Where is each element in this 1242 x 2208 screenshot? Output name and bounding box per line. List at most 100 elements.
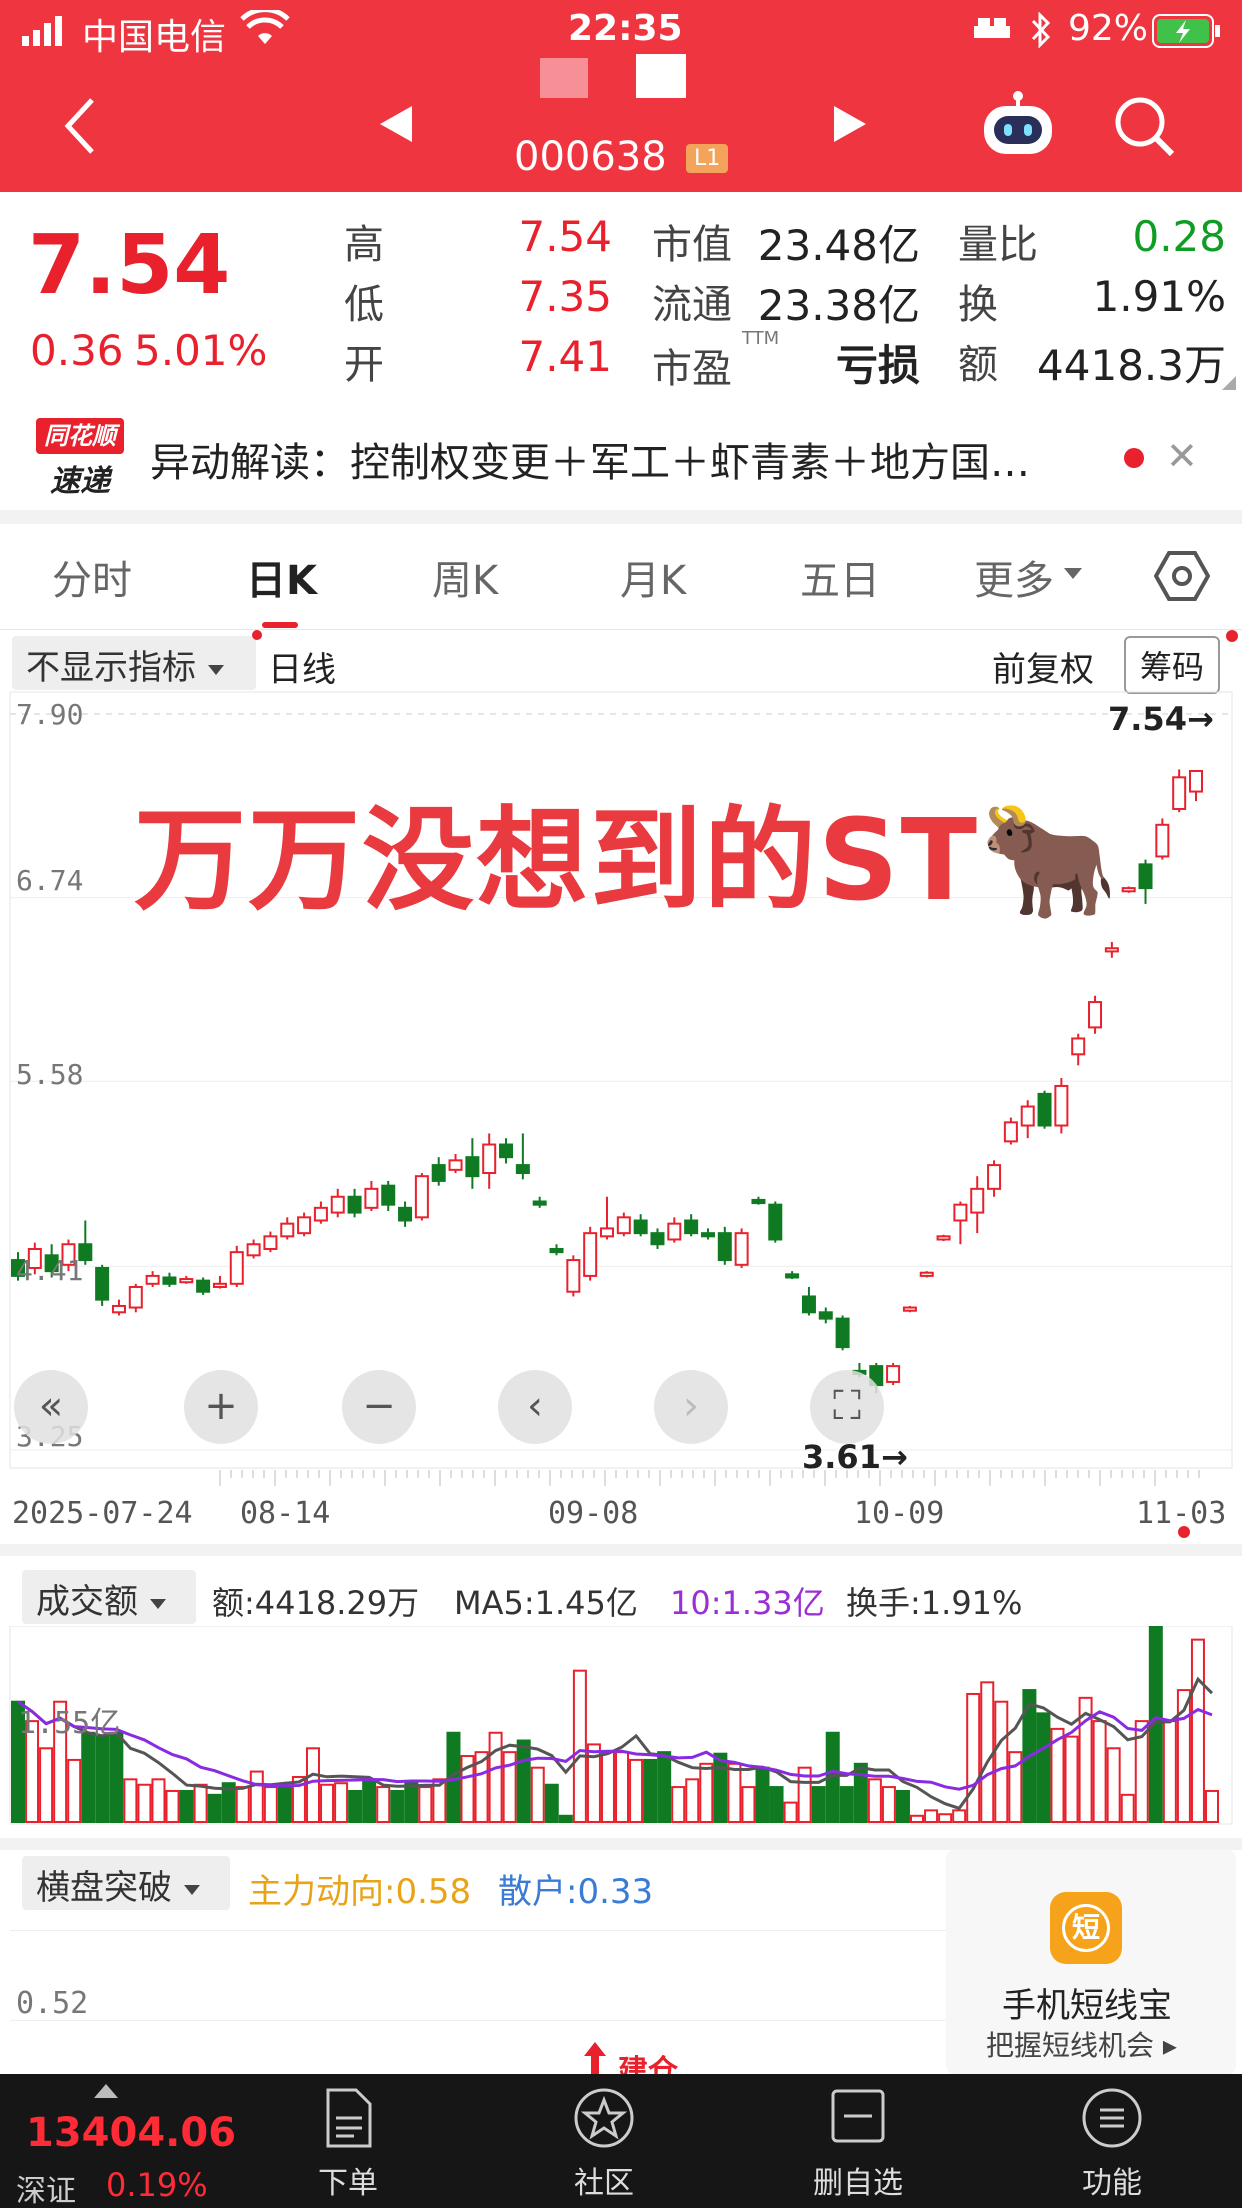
tab-daily-k[interactable]: 日K <box>246 548 317 606</box>
volume-bar <box>980 1681 995 1823</box>
amount-value: 4418.3万 <box>1037 341 1226 390</box>
retail-value: 散户:0.33 <box>498 1872 654 1912</box>
order-label: 下单 <box>318 2166 378 2201</box>
remove-watchlist-label: 删自选 <box>813 2166 903 2201</box>
tab-more[interactable]: 更多 <box>974 548 1054 606</box>
volume-bar <box>629 1758 644 1823</box>
volume-bar <box>727 1762 742 1824</box>
current-price: 7.54 <box>28 218 231 313</box>
indicator-y-tick: 0.52 <box>16 1986 89 2021</box>
settings-hexagon-icon[interactable] <box>1153 548 1211 608</box>
promo-card[interactable]: 短 手机短线宝 把握短线机会 ▸ <box>946 1850 1236 2074</box>
tab-five-day[interactable]: 五日 <box>800 548 880 606</box>
quote-panel: 7.54 0.36 5.01% 高 7.54 低 7.35 开 7.41 市值 … <box>0 192 1242 400</box>
robot-assistant-icon[interactable] <box>980 88 1056 162</box>
volume-chart[interactable] <box>0 1626 1242 1836</box>
volume-ratio-label: 量比 <box>958 222 1038 268</box>
candle-body <box>1104 947 1119 953</box>
indicator-panel-select-label: 横盘突破 <box>36 1868 172 1908</box>
candle-body <box>684 1219 699 1235</box>
menu-circle-icon <box>1082 2088 1142 2148</box>
volume-bar <box>685 1778 700 1824</box>
community-star-icon <box>574 2088 634 2148</box>
battery-icon <box>1152 14 1222 52</box>
volume-y-tick: 1.55亿 <box>18 1706 121 1741</box>
scroll-right-button[interactable]: › <box>654 1370 728 1444</box>
volume-turnover: 换手:1.91% <box>846 1584 1023 1622</box>
tab-weekly-k[interactable]: 周K <box>432 548 498 606</box>
candle-body <box>1054 1084 1069 1127</box>
chips-button[interactable]: 筹码 <box>1124 636 1221 694</box>
function-button[interactable]: 功能 <box>1022 2074 1202 2208</box>
candle-body <box>515 1164 530 1175</box>
adjust-label[interactable]: 前复权 <box>992 642 1094 691</box>
indicator-select[interactable]: 不显示指标 <box>12 636 256 690</box>
volume-bar <box>249 1770 264 1823</box>
volume-bar <box>1190 1638 1205 1824</box>
candle-body <box>785 1273 800 1279</box>
candle-body <box>482 1143 497 1175</box>
expand-corner-icon[interactable] <box>1222 376 1236 390</box>
volume-bar <box>1106 1747 1121 1823</box>
index-value[interactable]: 13404.06 <box>26 2110 236 2156</box>
volume-ma5: MA5:1.45亿 <box>454 1584 638 1622</box>
volume-bar <box>952 1809 967 1824</box>
scroll-left-button[interactable]: ‹ <box>498 1370 572 1444</box>
y-tick-3: 4.41 <box>16 1254 84 1287</box>
candle-body <box>1172 776 1187 810</box>
volume-bar <box>839 1786 854 1823</box>
volume-select-label: 成交额 <box>36 1582 138 1622</box>
zoom-out-button[interactable]: − <box>342 1370 416 1444</box>
back-button[interactable] <box>60 96 100 166</box>
candle-body <box>1088 1001 1103 1029</box>
remove-watchlist-button[interactable]: 删自选 <box>768 2074 948 2208</box>
community-label: 社区 <box>574 2166 634 2201</box>
candle-body <box>970 1187 985 1214</box>
promo-icon: 短 <box>1050 1892 1122 1964</box>
volume-select[interactable]: 成交额 <box>22 1570 196 1624</box>
volume-bar <box>151 1778 166 1824</box>
open-label: 开 <box>344 342 384 388</box>
level-badge: L1 <box>686 144 729 173</box>
volume-bar <box>811 1786 826 1823</box>
float-value: 23.38亿 <box>757 281 920 330</box>
candle-body <box>1003 1121 1018 1143</box>
volume-bar <box>418 1786 433 1823</box>
indicator-panel-select[interactable]: 横盘突破 <box>22 1856 230 1910</box>
order-button[interactable]: 下单 <box>258 2074 438 2208</box>
search-icon[interactable] <box>1112 94 1176 162</box>
community-button[interactable]: 社区 <box>514 2074 694 2208</box>
candle-body <box>330 1195 345 1214</box>
news-close-button[interactable]: ✕ <box>1166 434 1198 478</box>
news-bar[interactable]: 同花顺 速递 异动解读：控制权变更＋军工＋虾青素＋地方国… ✕ <box>0 400 1242 510</box>
candle-body <box>128 1285 143 1309</box>
candle-body <box>566 1259 581 1293</box>
turnover-value: 1.91% <box>1092 272 1226 321</box>
next-stock-button[interactable] <box>832 104 868 148</box>
fullscreen-button[interactable]: ⛶ <box>810 1370 884 1444</box>
x-tick-1: 08-14 <box>240 1496 331 1531</box>
amount-label: 额 <box>958 342 998 388</box>
candle-body <box>179 1278 194 1284</box>
news-headline[interactable]: 异动解读：控制权变更＋军工＋虾青素＋地方国… <box>150 430 1030 488</box>
tab-intraday[interactable]: 分时 <box>52 548 132 606</box>
tab-monthly-k[interactable]: 月K <box>620 548 686 606</box>
candle-body <box>381 1184 396 1206</box>
rewind-button[interactable]: « <box>14 1370 88 1444</box>
volume-bar <box>1205 1789 1219 1824</box>
volume-bar <box>488 1731 503 1823</box>
candle-body <box>734 1232 749 1266</box>
candle-body <box>751 1198 766 1205</box>
candle-body <box>953 1203 968 1222</box>
bed-icon <box>972 16 1012 48</box>
promo-icon-char: 短 <box>1062 1904 1110 1952</box>
prev-stock-button[interactable] <box>378 104 414 148</box>
overlay-caption: 万万没想到的ST🐂 <box>134 796 1121 926</box>
tab-active-indicator <box>262 622 298 628</box>
volume-bar <box>895 1789 910 1824</box>
ths-logo-top: 同花顺 <box>36 418 124 454</box>
volume-bar <box>305 1747 320 1823</box>
candle-body <box>700 1232 715 1238</box>
zoom-in-button[interactable]: + <box>184 1370 258 1444</box>
y-tick-0: 7.90 <box>16 698 84 731</box>
